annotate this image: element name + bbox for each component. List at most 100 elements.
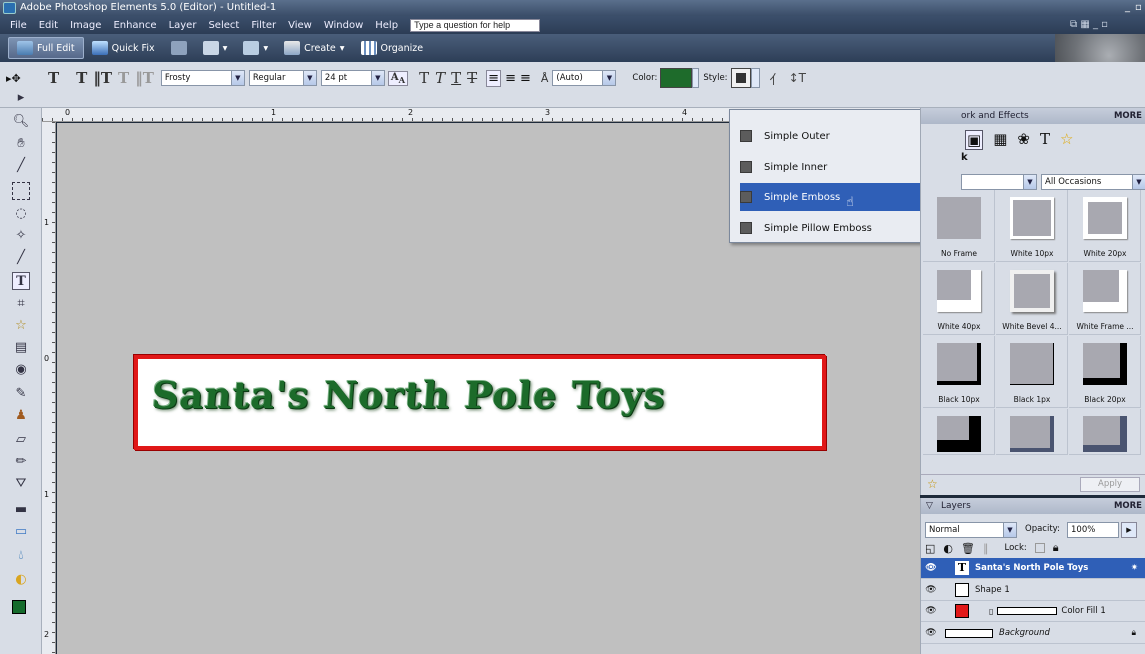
horizontal-type-icon[interactable]: T [76, 69, 87, 87]
menu-enhance[interactable]: Enhance [107, 20, 162, 31]
minimize-icon[interactable]: _ [1125, 0, 1130, 16]
menu-file[interactable]: File [4, 20, 33, 31]
type-tool-icon[interactable]: T [12, 272, 30, 290]
align-left-icon[interactable]: ≡ [486, 69, 502, 87]
font-family-select[interactable]: Frosty ▼ [160, 70, 245, 86]
layer-row-color-fill[interactable]: 👁︎ ▯ Color Fill 1 [921, 601, 1145, 622]
zoom-tool-icon[interactable]: 🔍︎ [12, 112, 30, 130]
opacity-slider-button[interactable]: ▶ [1121, 522, 1137, 538]
gradient-tool-icon[interactable]: ▬ [12, 500, 30, 518]
thumb-white-bevel[interactable]: White Bevel 4... [996, 263, 1068, 335]
link-layers-icon[interactable]: ∥ [983, 542, 989, 555]
eye-icon[interactable]: 👁︎ [921, 585, 941, 595]
layer-row-background[interactable]: 👁︎ Background 🔒︎ [921, 623, 1145, 644]
hand-tool-icon[interactable]: ✋︎ [12, 134, 30, 152]
thumb-blue-dark-10px[interactable] [996, 409, 1068, 455]
font-style-select[interactable]: Regular ▼ [248, 70, 317, 86]
restore-icon[interactable]: ▫ [1135, 0, 1142, 16]
eye-icon[interactable]: 👁︎ [921, 628, 941, 638]
help-search-input[interactable] [410, 18, 541, 32]
thumb-black-10px[interactable]: Black 10px [923, 336, 995, 408]
align-right-icon[interactable]: ≡ [520, 71, 531, 86]
faux-bold-icon[interactable]: T [419, 69, 429, 87]
paint-bucket-tool-icon[interactable]: ⛛ [12, 474, 30, 492]
menu-help[interactable]: Help [369, 20, 404, 31]
magic-wand-tool-icon[interactable]: ✧ [12, 226, 30, 244]
font-size-select[interactable]: 24 pt ▼ [320, 70, 385, 86]
thumb-white-frame[interactable]: White Frame ... [1069, 263, 1141, 335]
lasso-tool-icon[interactable]: ◌ [12, 204, 30, 222]
eye-icon[interactable]: 👁︎ [921, 563, 941, 573]
menu-select[interactable]: Select [202, 20, 245, 31]
share-button[interactable]: ▾ [195, 37, 236, 59]
align-center-icon[interactable]: ≡ [505, 71, 516, 86]
menu-window[interactable]: Window [318, 20, 369, 31]
collapse-icon[interactable]: ▽ [926, 498, 933, 514]
opacity-input[interactable]: 100% [1067, 522, 1119, 538]
lock-transparency-icon[interactable] [1034, 543, 1045, 553]
anti-alias-icon[interactable]: AA [387, 70, 409, 86]
apply-button[interactable]: Apply [1080, 477, 1140, 492]
move-tool-icon[interactable]: ▸✥ [6, 72, 26, 85]
thumb-white-20px[interactable]: White 20px [1069, 190, 1141, 262]
effects-icon[interactable]: ❀ [1017, 130, 1030, 150]
new-layer-icon[interactable]: ◱ [925, 542, 935, 555]
artwork-more-button[interactable]: MORE [1114, 108, 1142, 124]
type-tool-preset-icon[interactable]: T [48, 69, 59, 87]
order-prints-button[interactable]: ▾ [235, 37, 276, 59]
change-orientation-icon[interactable]: ↕T [789, 71, 806, 85]
style-dropdown-arrow[interactable] [750, 68, 760, 88]
crop-tool-icon[interactable]: ⌗ [12, 294, 30, 312]
frames-icon[interactable]: ▣ [965, 130, 984, 150]
layer-styles-icon[interactable]: ✷ [1131, 563, 1138, 573]
workspace-icons[interactable]: ⧉ ▦ _ ▫ [1070, 19, 1108, 30]
layer-row-shape[interactable]: 👁︎ Shape 1 [921, 580, 1145, 601]
blend-mode-select[interactable]: Normal ▼ [925, 522, 1017, 538]
vertical-type-icon[interactable]: ‖T [93, 69, 112, 87]
eyedropper-tool-icon[interactable]: ╱ [12, 156, 30, 174]
sponge-tool-icon[interactable]: ◐ [12, 570, 30, 588]
delete-layer-icon[interactable]: 🗑︎ [961, 542, 975, 555]
organize-button[interactable]: Organize [353, 37, 432, 59]
backgrounds-icon[interactable]: ▦ [993, 130, 1007, 150]
clone-stamp-tool-icon[interactable]: ♟ [12, 406, 30, 424]
menu-layer[interactable]: Layer [163, 20, 203, 31]
create-button[interactable]: Create ▾ [276, 37, 352, 59]
layer-row-text[interactable]: 👁︎ T Santa's North Pole Toys ✷ [921, 558, 1145, 579]
move-tool-icon[interactable]: ▸ [12, 88, 30, 106]
straighten-tool-icon[interactable]: ▤ [12, 338, 30, 356]
quick-fix-button[interactable]: Quick Fix [84, 37, 163, 59]
foreground-color-swatch[interactable] [12, 600, 26, 614]
menu-edit[interactable]: Edit [33, 20, 64, 31]
menu-view[interactable]: View [282, 20, 318, 31]
menu-image[interactable]: Image [64, 20, 107, 31]
thumb-white-10px[interactable]: White 10px [996, 190, 1068, 262]
lock-all-icon[interactable]: 🔒︎ [1053, 541, 1059, 555]
thumb-white-40px[interactable]: White 40px [923, 263, 995, 335]
artwork-type-select[interactable]: ▼ [961, 174, 1037, 190]
faux-italic-icon[interactable]: T [435, 69, 445, 87]
healing-brush-tool-icon[interactable]: ✎ [12, 384, 30, 402]
red-eye-tool-icon[interactable]: ◉ [12, 360, 30, 378]
eye-icon[interactable]: 👁︎ [921, 606, 941, 616]
menu-filter[interactable]: Filter [245, 20, 282, 31]
style-option-simple-outer[interactable]: Simple Outer [740, 122, 928, 150]
style-swatch[interactable] [730, 68, 751, 88]
cookie-cutter-tool-icon[interactable]: ☆ [12, 316, 30, 334]
banner-shape[interactable]: Santa's North Pole Toys [134, 355, 826, 450]
pencil-tool-icon[interactable]: ✏︎ [12, 452, 30, 470]
selection-brush-tool-icon[interactable]: ╱ [12, 248, 30, 266]
leading-select[interactable]: (Auto) ▼ [552, 70, 617, 86]
favorites-icon[interactable]: ☆ [1060, 130, 1073, 150]
blur-tool-icon[interactable]: 💧︎ [12, 546, 30, 564]
strikethrough-icon[interactable]: T [467, 69, 477, 87]
eraser-tool-icon[interactable]: ▱ [12, 430, 30, 448]
thumb-blue-dark-20px[interactable] [1069, 409, 1141, 455]
horizontal-type-mask-icon[interactable]: T [118, 69, 129, 87]
banner-text[interactable]: Santa's North Pole Toys [150, 373, 667, 417]
thumb-black-20px[interactable]: Black 20px [1069, 336, 1141, 408]
print-button[interactable] [163, 37, 195, 59]
color-dropdown-arrow[interactable] [692, 68, 700, 88]
style-option-simple-emboss[interactable]: Simple Emboss ☝︎ [740, 183, 928, 211]
add-favorite-icon[interactable]: ☆ [927, 477, 938, 491]
